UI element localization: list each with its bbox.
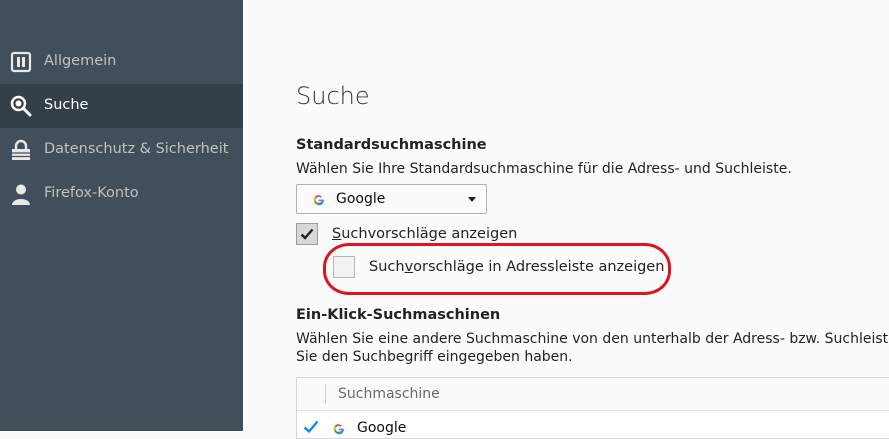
- engine-name: Google: [357, 420, 407, 436]
- one-click-description-line2: Sie den Suchbegriff eingegeben haben.: [296, 349, 573, 365]
- one-click-heading: Ein-Klick-Suchmaschinen: [296, 307, 501, 323]
- default-engine-select[interactable]: Google: [296, 184, 487, 214]
- urlbar-suggestions-checkbox[interactable]: [333, 256, 355, 278]
- sidebar-item-label: Firefox-Konto: [44, 185, 139, 201]
- sidebar-item-suche[interactable]: Suche: [0, 84, 243, 128]
- default-engine-description: Wählen Sie Ihre Standardsuchmaschine für…: [296, 161, 792, 177]
- show-suggestions-label: Suchvorschläge anzeigen: [332, 226, 518, 242]
- page-title: Suche: [296, 82, 370, 110]
- sidebar-item-label: Suche: [44, 97, 89, 113]
- column-header-engine[interactable]: Suchmaschine: [338, 386, 440, 402]
- table-header: Suchmaschine: [297, 378, 889, 411]
- default-engine-heading: Standardsuchmaschine: [296, 137, 487, 153]
- main-content: Suche Standardsuchmaschine Wählen Sie Ih…: [243, 0, 889, 439]
- chevron-down-icon: [468, 197, 476, 202]
- sidebar-item-firefox-konto[interactable]: Firefox-Konto: [0, 172, 243, 216]
- sidebar-item-label: Allgemein: [44, 53, 117, 69]
- sidebar-item-allgemein[interactable]: Allgemein: [0, 40, 243, 84]
- lock-icon: [12, 139, 30, 160]
- checkmark-icon: [300, 228, 314, 240]
- sidebar: Allgemein Suche Datenschutz & Sicherheit…: [0, 0, 243, 431]
- sidebar-item-label: Datenschutz & Sicherheit: [44, 141, 229, 157]
- google-icon: [333, 424, 344, 435]
- one-click-engines-table: Suchmaschine Google: [296, 377, 889, 439]
- google-icon: [313, 195, 324, 206]
- general-page-icon: [10, 51, 32, 73]
- show-suggestions-checkbox[interactable]: [296, 223, 318, 245]
- sidebar-item-datenschutz[interactable]: Datenschutz & Sicherheit: [0, 128, 243, 172]
- one-click-description-line1: Wählen Sie eine andere Suchmaschine von …: [296, 331, 889, 347]
- account-icon: [12, 184, 30, 205]
- checkmark-icon[interactable]: [303, 420, 319, 434]
- default-engine-value: Google: [336, 191, 386, 207]
- column-divider: [325, 384, 326, 404]
- urlbar-suggestions-label: Suchvorschläge in Adressleiste anzeigen: [369, 259, 665, 275]
- search-icon: [10, 95, 32, 117]
